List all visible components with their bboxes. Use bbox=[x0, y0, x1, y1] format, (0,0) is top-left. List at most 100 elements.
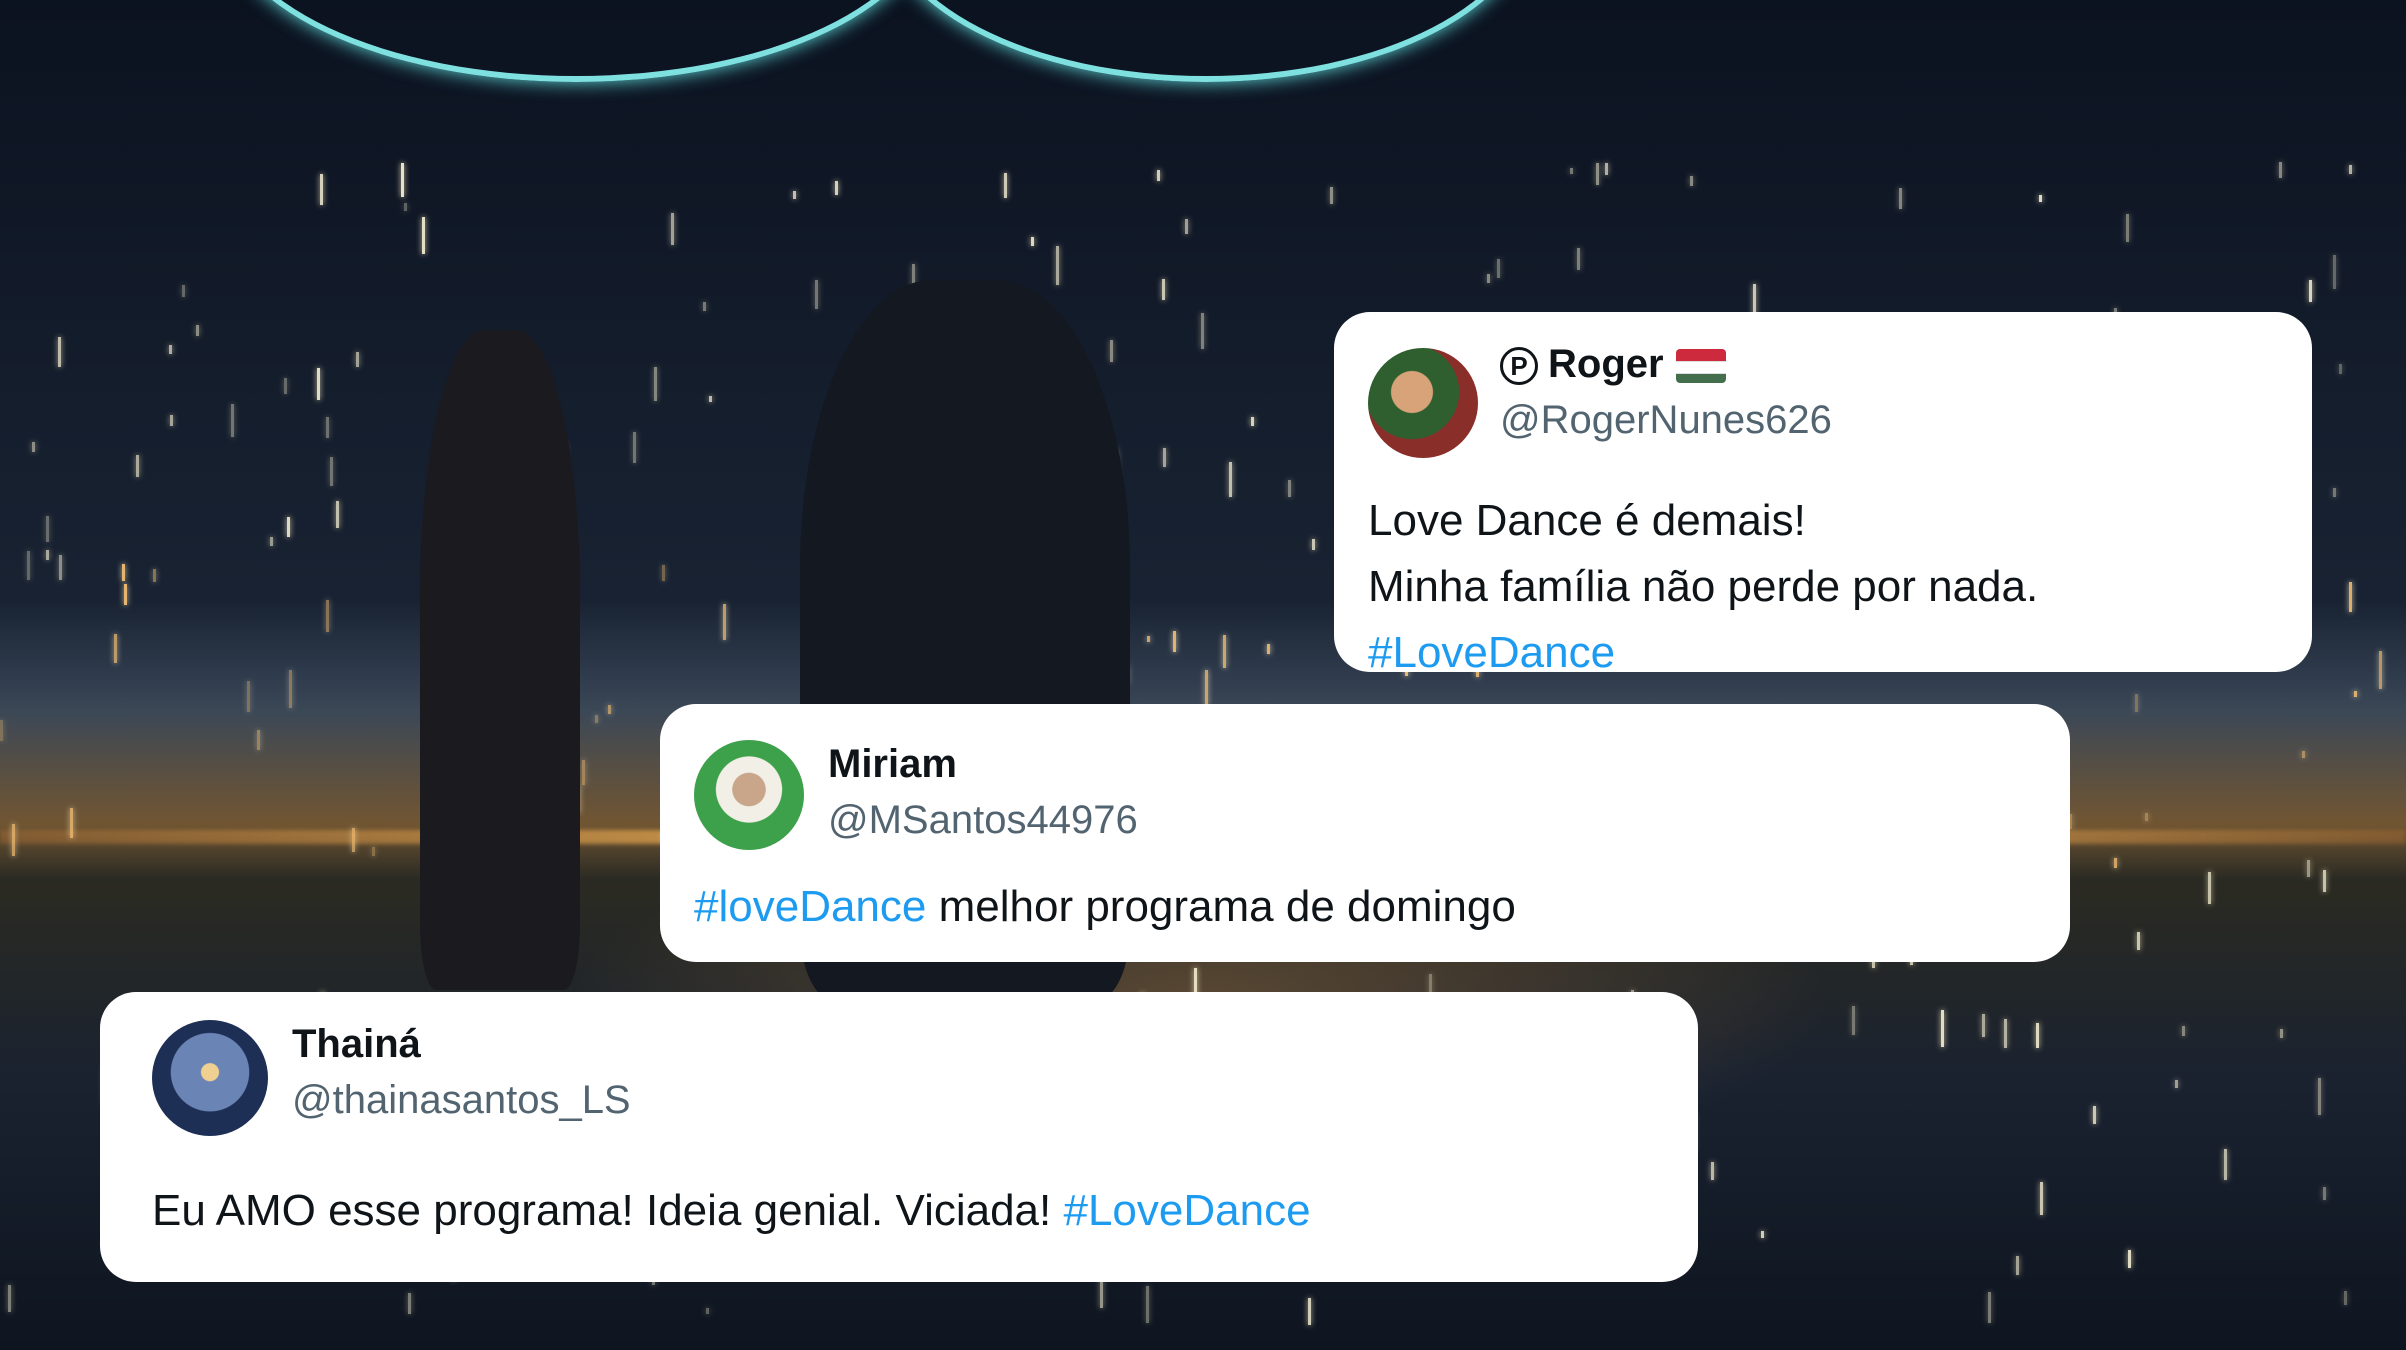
sparkle bbox=[1899, 188, 1902, 209]
sparkle bbox=[1690, 176, 1693, 186]
sparkle bbox=[2182, 1026, 2185, 1036]
sparkle bbox=[671, 213, 674, 245]
sparkle bbox=[59, 555, 62, 580]
sparkle bbox=[2323, 870, 2326, 892]
sparkle bbox=[1251, 417, 1254, 426]
sparkle bbox=[2175, 1080, 2178, 1088]
sparkle bbox=[1173, 631, 1176, 652]
sparkle bbox=[2114, 858, 2117, 868]
tweet-card-roger[interactable]: P Roger @RogerNunes626 Love Dance é demai… bbox=[1334, 312, 2312, 677]
sparkle bbox=[270, 537, 273, 546]
sparkle bbox=[114, 634, 117, 663]
sparkle bbox=[1004, 173, 1007, 198]
sparkle bbox=[27, 551, 30, 580]
sparkle bbox=[1185, 219, 1188, 234]
sparkle bbox=[372, 847, 375, 856]
sparkle bbox=[46, 516, 49, 542]
sparkle bbox=[2333, 255, 2336, 289]
neon-light-arc bbox=[880, 0, 1532, 82]
sparkle bbox=[1110, 340, 1113, 362]
sparkle bbox=[723, 604, 726, 640]
tweet-author-handle[interactable]: @RogerNunes626 bbox=[1500, 398, 1832, 443]
sparkle bbox=[356, 352, 359, 367]
sparkle bbox=[422, 217, 425, 254]
sparkle bbox=[1852, 1006, 1855, 1035]
sparkle bbox=[1146, 1286, 1149, 1323]
sparkle bbox=[2039, 195, 2042, 202]
avatar[interactable] bbox=[694, 740, 804, 850]
sparkle bbox=[1157, 170, 1160, 181]
sparkle bbox=[654, 367, 657, 401]
hashtag-link[interactable]: #LoveDance bbox=[1063, 1186, 1310, 1235]
sparkle bbox=[2128, 1250, 2131, 1268]
sparkle bbox=[1497, 259, 1500, 278]
sparkle bbox=[46, 550, 49, 560]
tweet-author-name[interactable]: Miriam bbox=[828, 742, 957, 787]
sparkle bbox=[662, 565, 665, 581]
sparkle bbox=[1577, 248, 1580, 270]
sparkle bbox=[1312, 539, 1315, 550]
sparkle bbox=[2016, 1256, 2019, 1275]
tweet-author-name[interactable]: P Roger bbox=[1500, 342, 1726, 387]
sparkle bbox=[287, 517, 290, 537]
sparkle bbox=[330, 457, 333, 486]
sparkle bbox=[2093, 1106, 2096, 1124]
sparkle bbox=[1761, 1231, 1764, 1238]
sparkle bbox=[32, 442, 35, 452]
sparkle bbox=[182, 285, 185, 297]
sparkle bbox=[326, 600, 329, 632]
sparkle bbox=[247, 681, 250, 712]
tweet-text: #loveDance melhor programa de domingo bbox=[694, 882, 1516, 931]
sparkle bbox=[1147, 636, 1150, 642]
sparkle bbox=[70, 808, 73, 838]
hashtag-link[interactable]: #LoveDance bbox=[1368, 620, 2038, 686]
hashtag-link[interactable]: #loveDance bbox=[694, 882, 926, 931]
sparkle bbox=[633, 432, 636, 463]
sparkle bbox=[815, 280, 818, 309]
sparkle bbox=[2302, 751, 2305, 758]
sparkle bbox=[1163, 448, 1166, 467]
sparkle bbox=[352, 828, 355, 852]
sparkle bbox=[326, 417, 329, 438]
sparkle bbox=[2307, 860, 2310, 877]
avatar[interactable] bbox=[152, 1020, 268, 1136]
sparkle bbox=[703, 302, 706, 311]
sparkle bbox=[317, 368, 320, 400]
sparkle bbox=[2309, 280, 2312, 302]
sparkle bbox=[2004, 1019, 2007, 1048]
sparkle bbox=[2333, 488, 2336, 497]
sparkle bbox=[122, 564, 125, 581]
neon-light-arc bbox=[220, 0, 932, 82]
sparkle bbox=[2145, 813, 2148, 821]
sparkle bbox=[1711, 1162, 1714, 1180]
sparkle bbox=[1223, 635, 1226, 668]
sparkle bbox=[1330, 187, 1333, 204]
sparkle bbox=[2339, 364, 2342, 374]
sparkle bbox=[408, 1293, 411, 1314]
sparkle bbox=[2137, 932, 2140, 950]
sparkle bbox=[1570, 168, 1573, 174]
tweet-author-handle[interactable]: @thainasantos_LS bbox=[292, 1078, 631, 1123]
tweet-author-name[interactable]: Thainá bbox=[292, 1022, 421, 1067]
tweet-card-miriam[interactable]: Miriam @MSantos44976 #loveDance melhor p… bbox=[660, 704, 2070, 962]
sparkle bbox=[1267, 644, 1270, 654]
tweet-text: Eu AMO esse programa! Ideia genial. Vici… bbox=[152, 1186, 1311, 1235]
sparkle bbox=[153, 569, 156, 582]
sparkle bbox=[2280, 1029, 2283, 1038]
sparkle bbox=[2344, 1291, 2347, 1305]
sparkle bbox=[2040, 1182, 2043, 1215]
sparkle bbox=[336, 501, 339, 528]
sparkle bbox=[1596, 163, 1599, 185]
sparkle bbox=[401, 163, 404, 197]
sparkle bbox=[1605, 163, 1608, 175]
sparkle bbox=[320, 174, 323, 205]
tweet-author-handle[interactable]: @MSantos44976 bbox=[828, 798, 1138, 843]
tweet-text: Love Dance é demais! Minha família não p… bbox=[1368, 488, 2038, 686]
sparkle bbox=[2208, 872, 2211, 904]
sparkle bbox=[595, 715, 598, 723]
sparkle bbox=[231, 404, 234, 437]
avatar[interactable] bbox=[1368, 348, 1478, 458]
tweet-card-thaina[interactable]: Thainá @thainasantos_LS Eu AMO esse prog… bbox=[100, 992, 1698, 1282]
sparkle bbox=[1205, 670, 1208, 706]
sparkle bbox=[170, 415, 173, 426]
